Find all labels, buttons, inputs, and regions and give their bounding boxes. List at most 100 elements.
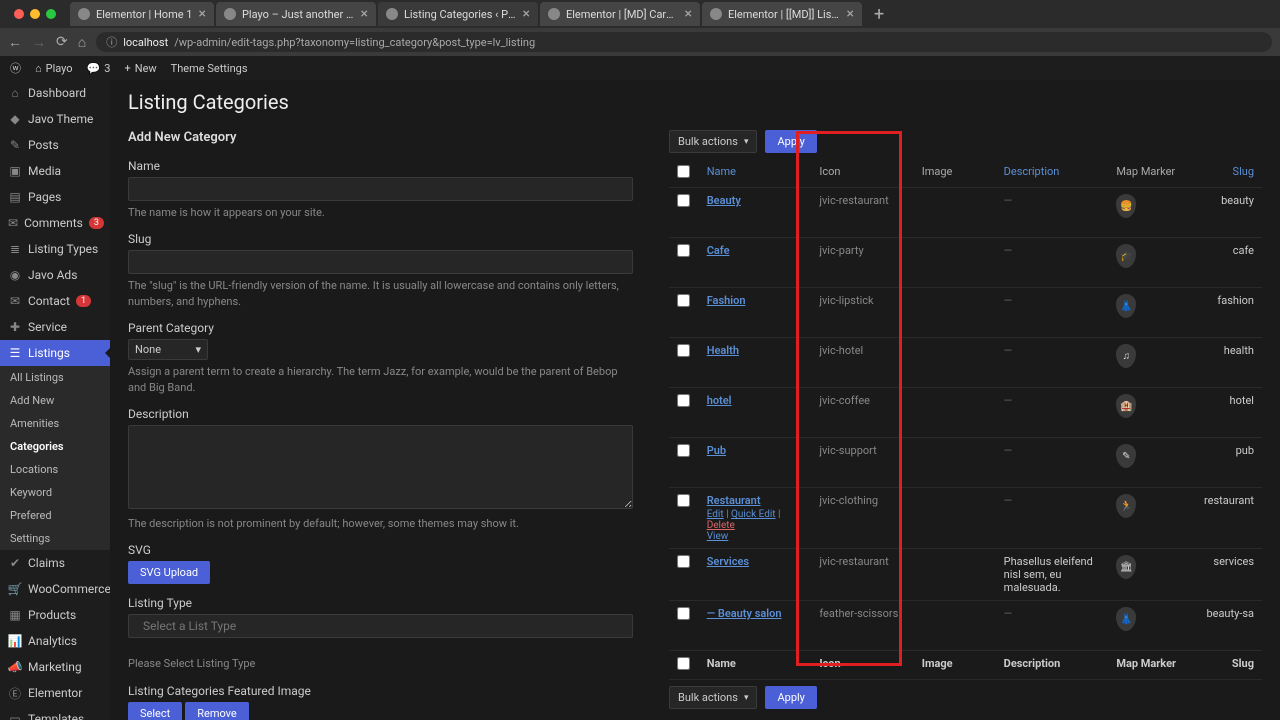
row-checkbox[interactable]: [677, 555, 690, 568]
sidebar-item-javo-theme[interactable]: ◆Javo Theme: [0, 106, 110, 132]
home-button[interactable]: ⌂: [78, 34, 86, 51]
sidebar-item-products[interactable]: ▦Products: [0, 602, 110, 628]
submenu-item-locations[interactable]: Locations: [0, 458, 110, 481]
slug-input[interactable]: [128, 250, 633, 274]
row-checkbox[interactable]: [677, 444, 690, 457]
sidebar-item-label: Posts: [28, 138, 59, 152]
category-name-link[interactable]: Fashion: [707, 294, 746, 307]
new-tab-button[interactable]: +: [866, 4, 892, 25]
apply-button-bottom[interactable]: Apply: [765, 686, 816, 709]
sidebar-item-listing-types[interactable]: ≣Listing Types: [0, 236, 110, 262]
category-name-link[interactable]: Pub: [707, 444, 726, 457]
category-name-link[interactable]: Restaurant: [707, 494, 761, 507]
sidebar-item-posts[interactable]: ✎Posts: [0, 132, 110, 158]
sidebar-item-woocommerce[interactable]: 🛒WooCommerce: [0, 576, 110, 602]
sidebar-item-pages[interactable]: ▤Pages: [0, 184, 110, 210]
bulk-actions-select-bottom[interactable]: Bulk actions: [669, 686, 757, 709]
category-name-link[interactable]: Services: [707, 555, 749, 568]
back-button[interactable]: ←: [8, 34, 22, 51]
minimize-window-icon[interactable]: [30, 9, 40, 19]
row-checkbox[interactable]: [677, 244, 690, 257]
browser-tab[interactable]: Listing Categories ‹ Playo —×: [378, 2, 538, 26]
maximize-window-icon[interactable]: [46, 9, 56, 19]
close-tab-icon[interactable]: ×: [846, 7, 853, 21]
submenu-item-categories[interactable]: Categories: [0, 435, 110, 458]
browser-tab[interactable]: Elementor | [MD] Card Modul×: [540, 2, 700, 26]
browser-tab[interactable]: Playo – Just another WordPre×: [216, 2, 376, 26]
submenu-item-settings[interactable]: Settings: [0, 527, 110, 550]
sidebar-item-claims[interactable]: ✔Claims: [0, 550, 110, 576]
sidebar-item-analytics[interactable]: 📊Analytics: [0, 628, 110, 654]
submenu-item-all-listings[interactable]: All Listings: [0, 366, 110, 389]
map-marker-icon: 🎓: [1116, 244, 1136, 268]
svg-upload-button[interactable]: SVG Upload: [128, 561, 210, 584]
menu-icon: ◆: [8, 112, 22, 126]
window-controls[interactable]: [4, 9, 66, 19]
sidebar-item-contact[interactable]: ✉Contact 1: [0, 288, 110, 314]
category-name-link[interactable]: hotel: [707, 394, 732, 407]
sidebar-item-elementor[interactable]: ⒺElementor: [0, 680, 110, 706]
theme-settings-link[interactable]: Theme Settings: [171, 62, 248, 75]
close-tab-icon[interactable]: ×: [684, 7, 691, 21]
browser-tab[interactable]: Elementor | [[MD]] Listing, Gri×: [702, 2, 862, 26]
sidebar-item-dashboard[interactable]: ⌂Dashboard: [0, 80, 110, 106]
parent-select[interactable]: None▾: [128, 339, 208, 360]
sidebar-item-javo-ads[interactable]: ◉Javo Ads: [0, 262, 110, 288]
view-link[interactable]: View: [707, 531, 729, 542]
name-input[interactable]: [128, 177, 633, 201]
sidebar-item-comments[interactable]: ✉Comments 3: [0, 210, 110, 236]
site-link[interactable]: ⌂ Playo: [35, 62, 73, 75]
col-desc[interactable]: Description: [996, 159, 1109, 188]
submenu-item-add-new[interactable]: Add New: [0, 389, 110, 412]
comments-link[interactable]: 💬 3: [87, 62, 111, 75]
category-name-link[interactable]: Beauty: [707, 194, 741, 207]
favicon: [78, 8, 90, 20]
count-badge: 1: [76, 295, 91, 307]
close-window-icon[interactable]: [14, 9, 24, 19]
submenu-item-keyword[interactable]: Keyword: [0, 481, 110, 504]
col-name[interactable]: Name: [699, 159, 812, 188]
submenu-item-prefered[interactable]: Prefered: [0, 504, 110, 527]
row-checkbox[interactable]: [677, 344, 690, 357]
sidebar-item-templates[interactable]: ▭Templates: [0, 706, 110, 720]
wp-logo[interactable]: ⓦ: [10, 60, 21, 76]
row-checkbox[interactable]: [677, 494, 690, 507]
site-info-icon[interactable]: ⓘ: [106, 34, 117, 50]
sidebar-item-service[interactable]: ✚Service: [0, 314, 110, 340]
quick-edit-link[interactable]: Quick Edit: [731, 509, 776, 520]
listtype-input[interactable]: [128, 614, 633, 638]
desc-input[interactable]: [128, 425, 633, 509]
row-checkbox[interactable]: [677, 194, 690, 207]
apply-button-top[interactable]: Apply: [765, 130, 816, 153]
sidebar-item-listings[interactable]: ☰Listings: [0, 340, 110, 366]
new-link[interactable]: + New: [124, 62, 156, 75]
row-checkbox[interactable]: [677, 394, 690, 407]
col-slug[interactable]: Slug: [1190, 159, 1262, 188]
category-name-link[interactable]: — Beauty salon: [707, 607, 782, 620]
close-tab-icon[interactable]: ×: [522, 7, 529, 21]
close-tab-icon[interactable]: ×: [360, 7, 367, 21]
select-all-checkbox-foot[interactable]: [677, 657, 690, 670]
close-tab-icon[interactable]: ×: [198, 7, 205, 21]
image-cell: [914, 188, 996, 238]
row-checkbox[interactable]: [677, 607, 690, 620]
select-all-checkbox[interactable]: [677, 165, 690, 178]
row-checkbox[interactable]: [677, 294, 690, 307]
edit-link[interactable]: Edit: [707, 509, 724, 520]
category-name-link[interactable]: Health: [707, 344, 739, 357]
forward-button[interactable]: →: [32, 34, 46, 51]
bulk-actions-select[interactable]: Bulk actions: [669, 130, 757, 153]
sidebar-item-label: Listings: [28, 346, 70, 360]
category-name-link[interactable]: Cafe: [707, 244, 730, 257]
remove-button[interactable]: Remove: [185, 702, 249, 720]
select-button[interactable]: Select: [128, 702, 182, 720]
url-bar[interactable]: ⓘ localhost/wp-admin/edit-tags.php?taxon…: [96, 32, 1272, 52]
table-row: Pubjvic-support—✎pub: [669, 438, 1262, 488]
submenu-item-amenities[interactable]: Amenities: [0, 412, 110, 435]
reload-button[interactable]: ⟳: [56, 34, 68, 50]
delete-link[interactable]: Delete: [707, 520, 735, 531]
browser-tab[interactable]: Elementor | Home 1×: [70, 2, 214, 26]
icon-value: jvic-hotel: [811, 338, 913, 388]
sidebar-item-media[interactable]: ▣Media: [0, 158, 110, 184]
sidebar-item-marketing[interactable]: 📣Marketing: [0, 654, 110, 680]
